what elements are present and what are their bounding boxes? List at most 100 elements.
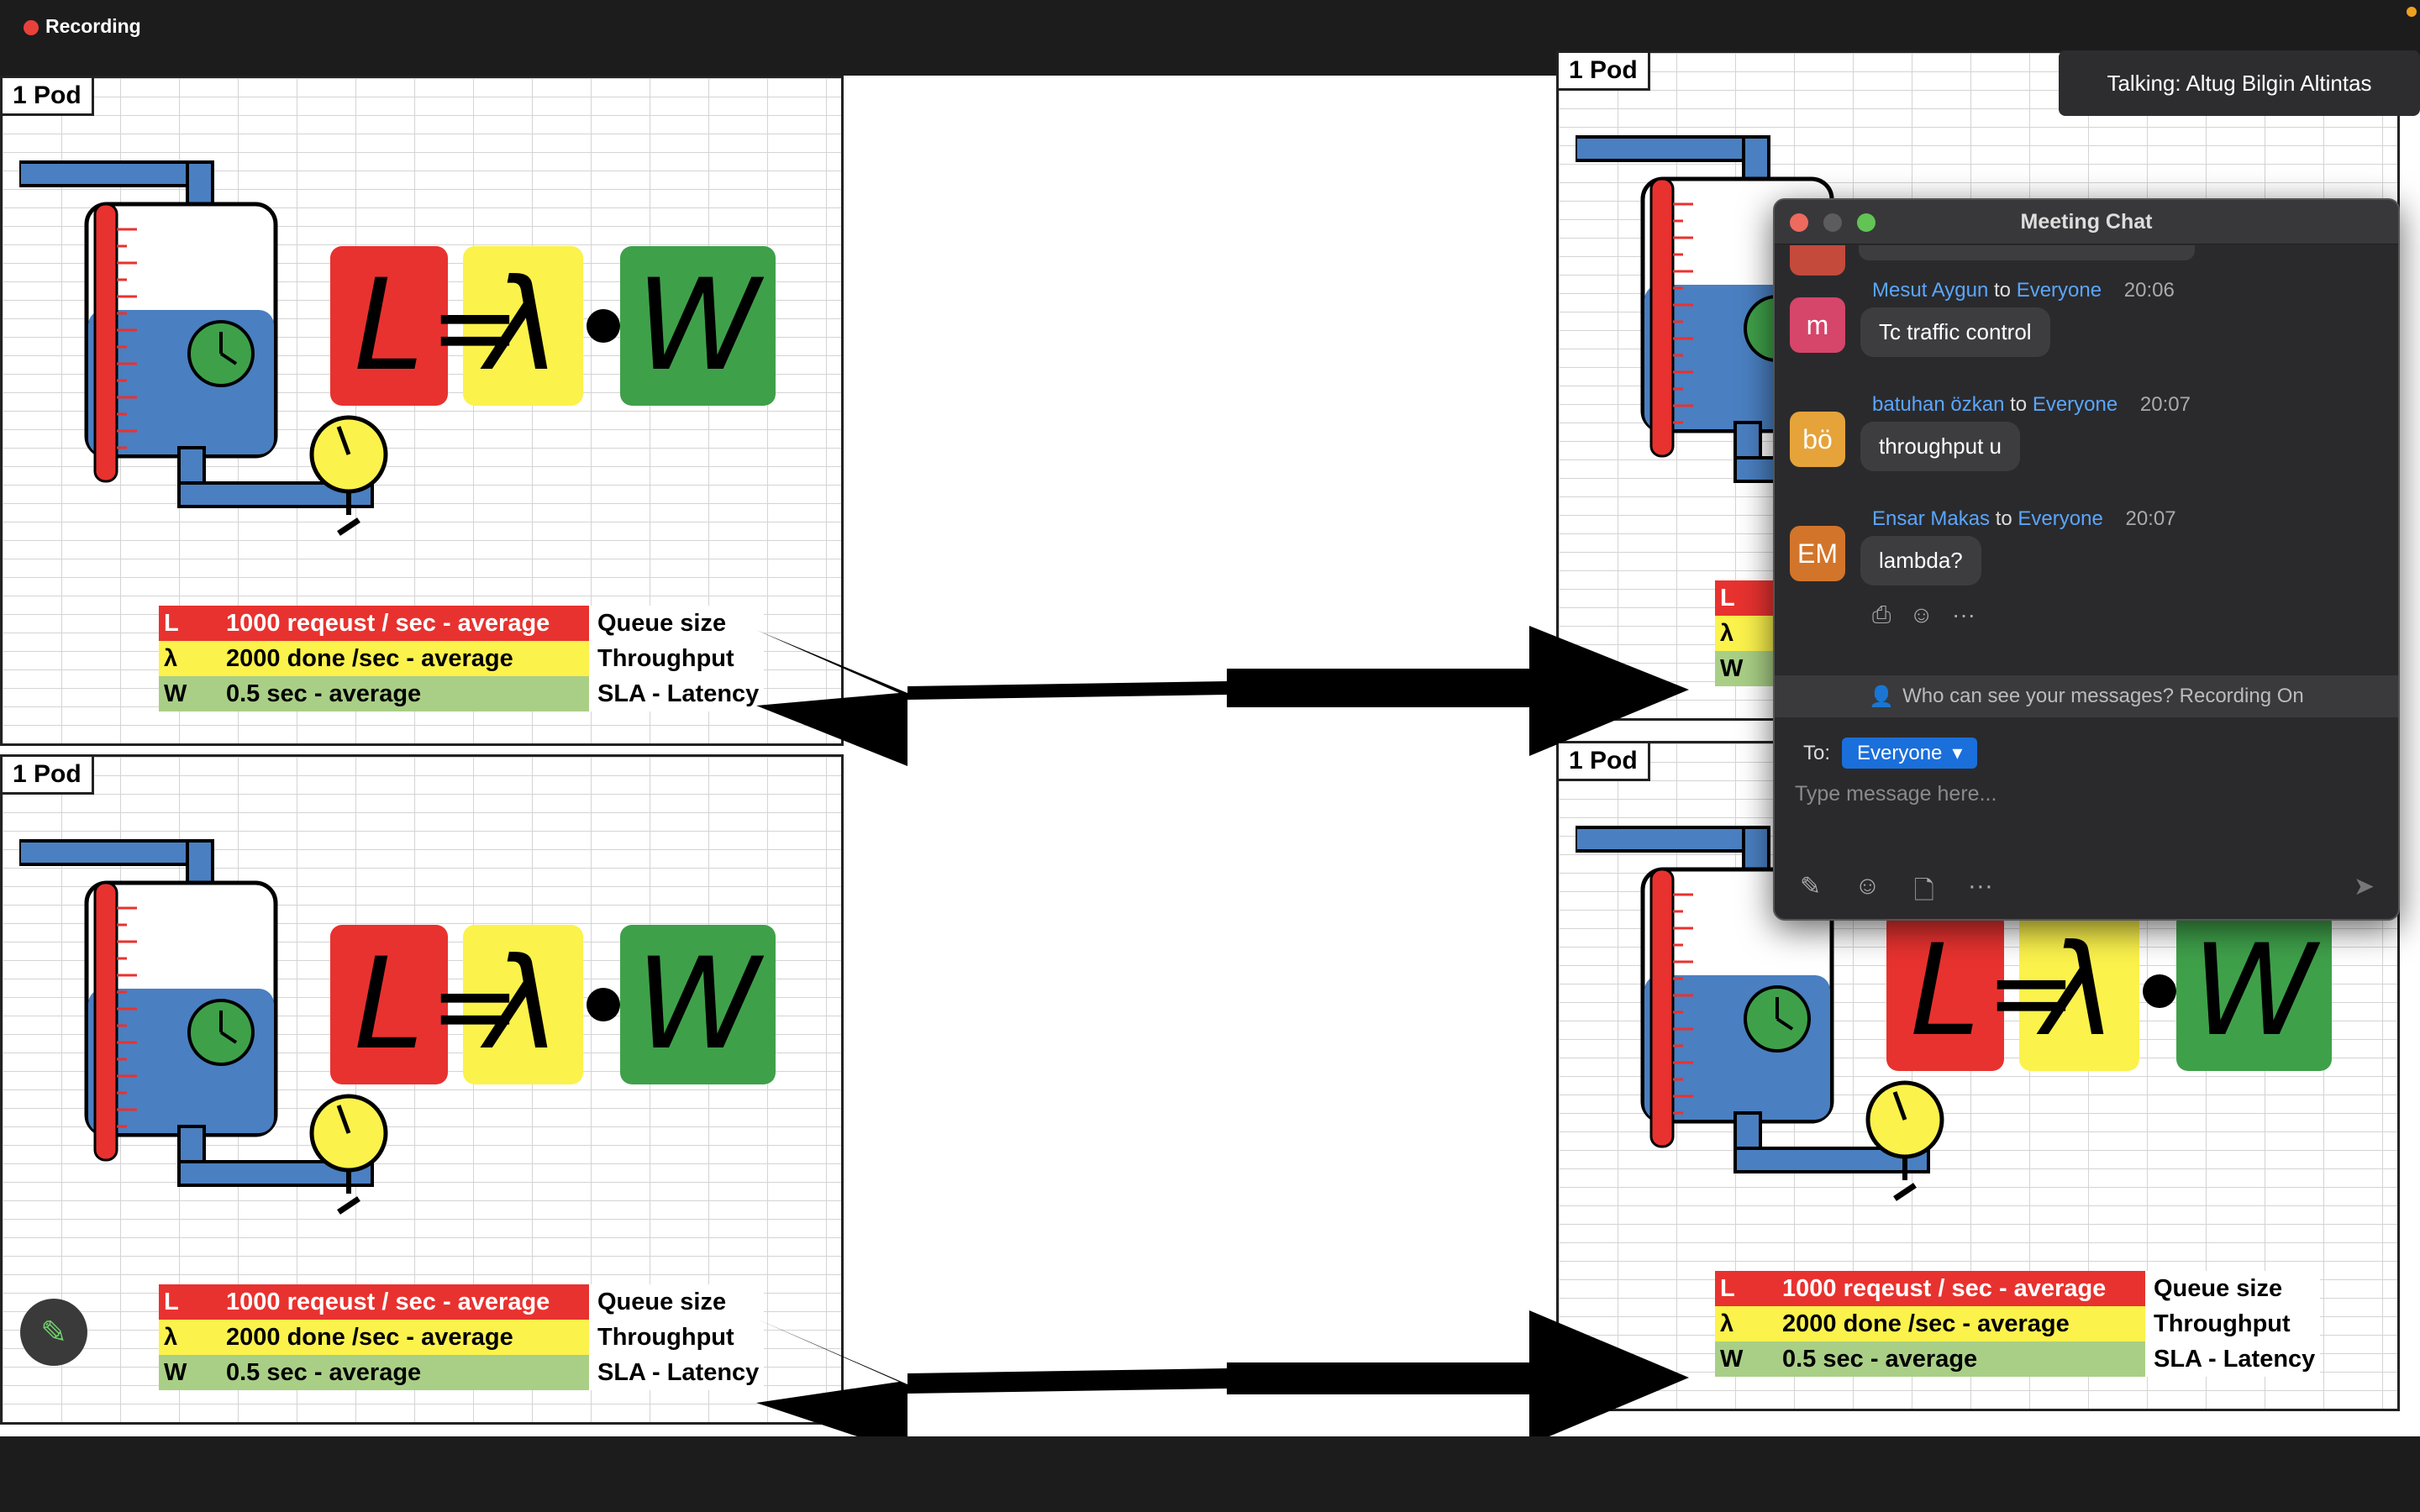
multiply-dot-icon [587,988,620,1021]
avatar: m [1790,297,1845,353]
double-arrow-top [756,626,1689,766]
pod-label: 1 Pod [3,757,94,795]
formula-equals: = [429,942,521,1069]
to-label: To: [1803,741,1831,764]
description-cell: 2000 done /sec - average [1777,1306,2145,1341]
recipient-name[interactable]: Everyone [2017,279,2102,302]
name-cell: SLA - Latency [2145,1341,2321,1377]
description-cell: 0.5 sec - average [221,1355,589,1390]
table-row: λ 2000 done /sec - average Throughput [159,641,765,676]
pod-label: 1 Pod [1559,743,1650,781]
chat-message: EM Ensar Makas to Everyone 20:07 lambda?… [1775,507,2398,627]
bottom-bar [0,1436,2420,1512]
zoom-window-icon[interactable] [1857,213,1876,232]
description-cell: 1000 reqeust / sec - average [221,1284,589,1320]
table-row: W 0.5 sec - average SLA - Latency [159,676,765,711]
to-connector: to [1995,507,2012,530]
description-cell: 1000 reqeust / sec - average [1777,1271,2145,1306]
reply-icon[interactable]: ⎙ [1872,603,1891,627]
file-icon[interactable]: 🗋 [1914,872,1934,915]
message-bubble: throughput u [1860,422,2021,471]
message-time: 20:07 [2139,393,2191,416]
message-bubble [1859,245,2195,260]
annotate-pen-button[interactable]: ✎ [20,1299,87,1366]
formula-W-box: W [620,925,776,1084]
pod-panel-bottom-left: 1 Pod L = λ W L 1000 reqeust / sec - ave… [0,754,844,1425]
symbol-cell: L [1715,1271,1777,1306]
recipient-dropdown[interactable]: Everyone ▾ [1842,738,1978,769]
description-cell: 2000 done /sec - average [221,1320,589,1355]
name-cell: Queue size [589,1284,765,1320]
littles-law-formula: L = λ W [330,246,776,406]
message-list[interactable]: m Mesut Aygun to Everyone 20:06 Tc traff… [1775,245,2398,675]
formula-equals: = [429,263,521,391]
format-text-icon[interactable]: ✎ [1800,872,1821,915]
message-input[interactable] [1793,776,2376,811]
recipient-row: To: Everyone ▾ [1803,738,1978,769]
message-meta: batuhan özkan to Everyone 20:07 [1872,393,2191,417]
name-cell: SLA - Latency [589,676,765,711]
send-icon[interactable]: ➤ [2354,872,2375,901]
symbol-cell: L [159,1284,221,1320]
formula-W-box: W [620,246,776,406]
more-options-icon[interactable]: ··· [1968,872,1993,915]
symbol-cell: W [1715,651,1777,686]
table-row: L 1000 reqeust / sec - average Queue siz… [159,1284,765,1320]
meeting-chat-window: Meeting Chat m Mesut Aygun to Everyone 2… [1773,198,2400,921]
table-row: W 0.5 sec - average SLA - Latency [1715,1341,2321,1377]
message-time: 20:07 [2125,507,2176,530]
chevron-down-icon: ▾ [1952,742,1963,764]
minimize-window-icon[interactable] [1823,213,1842,232]
table-row: L 1000 reqeust / sec - average Queue siz… [159,606,765,641]
composer-toolbar: ✎ ☺ 🗋 ··· [1800,872,1993,915]
message-meta: Mesut Aygun to Everyone 20:06 [1872,279,2175,302]
description-cell: 0.5 sec - average [1777,1341,2145,1377]
multiply-dot-icon [2143,974,2176,1008]
name-cell: Queue size [589,606,765,641]
pod-label: 1 Pod [3,78,94,116]
table-row: L 1000 reqeust / sec - average Queue siz… [1715,1271,2321,1306]
close-window-icon[interactable] [1790,213,1808,232]
symbol-cell: λ [159,641,221,676]
variables-table: L 1000 reqeust / sec - average Queue siz… [159,606,765,711]
recording-label: Recording [45,15,141,37]
recording-dot-icon [24,20,39,35]
message-actions: ⎙ ☺ ··· [1872,603,1975,627]
recipient-name[interactable]: Everyone [2018,507,2102,530]
name-cell: Queue size [2145,1271,2321,1306]
recipient-value: Everyone [1857,741,1943,764]
add-reaction-icon[interactable]: ☺ [1909,603,1933,627]
chat-message: bö batuhan özkan to Everyone 20:07 throu… [1775,393,2398,507]
double-arrow-bottom [756,1310,1689,1436]
sender-name[interactable]: Mesut Aygun [1872,279,1988,302]
variables-table: L 1000 reqeust / sec - average Queue siz… [1715,1271,2321,1377]
message-bubble: Tc traffic control [1860,307,2050,357]
littles-law-formula: L = λ W [1886,911,2332,1071]
name-cell: Throughput [589,1320,765,1355]
sender-name[interactable]: Ensar Makas [1872,507,1990,530]
symbol-cell: W [159,1355,221,1390]
formula-W-box: W [2176,911,2332,1071]
avatar [1790,245,1845,276]
talking-indicator: Talking: Altug Bilgin Altintas [2059,50,2420,116]
to-connector: to [1994,279,2012,302]
emoji-icon[interactable]: ☺ [1854,872,1881,915]
multiply-dot-icon [587,309,620,343]
recipient-name[interactable]: Everyone [2033,393,2118,416]
notice-text: Who can see your messages? Recording On [1902,685,2304,707]
message-time: 20:06 [2123,279,2175,302]
symbol-cell: W [1715,1341,1777,1377]
avatar: EM [1790,526,1845,581]
description-cell: 0.5 sec - average [221,676,589,711]
symbol-cell: λ [1715,616,1777,651]
name-cell: SLA - Latency [589,1355,765,1390]
message-bubble: lambda? [1860,536,1981,585]
more-options-icon[interactable]: ··· [1952,603,1975,627]
sender-name[interactable]: batuhan özkan [1872,393,2004,416]
avatar: bö [1790,412,1845,467]
description-cell: 1000 reqeust / sec - average [221,606,589,641]
visibility-notice[interactable]: 👤 Who can see your messages? Recording O… [1775,675,2398,717]
table-row: λ 2000 done /sec - average Throughput [1715,1306,2321,1341]
symbol-cell: L [159,606,221,641]
littles-law-formula: L = λ W [330,925,776,1084]
